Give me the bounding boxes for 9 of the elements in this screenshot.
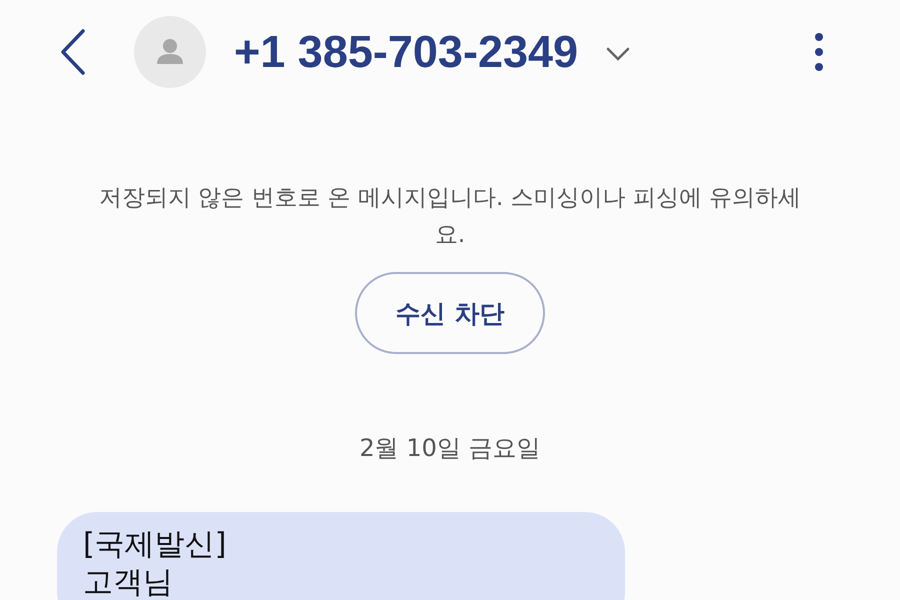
more-options-icon[interactable] (814, 32, 824, 72)
chevron-down-icon[interactable] (606, 47, 630, 61)
spam-warning-text: 저장되지 않은 번호로 온 메시지입니다. 스미싱이나 피싱에 유의하세요. (98, 184, 802, 250)
date-divider: 2월 10일 금요일 (358, 433, 542, 464)
block-button[interactable]: 수신 차단 (355, 272, 545, 354)
message-text: [국제발신] (83, 526, 228, 564)
message-text: 고객님 (83, 564, 174, 600)
back-icon[interactable] (60, 29, 86, 75)
contact-number: +1 385-703-2349 (234, 26, 578, 78)
